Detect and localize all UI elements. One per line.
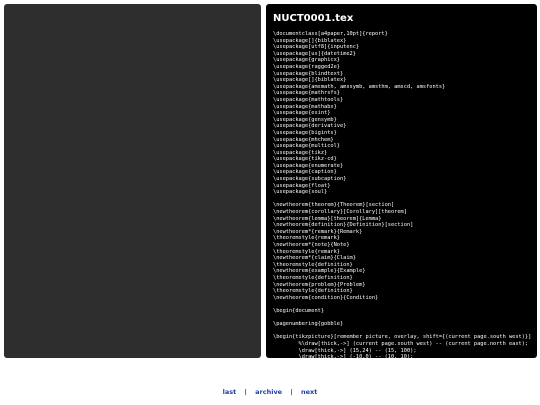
code-line: \begin{document} — [273, 307, 325, 314]
nav-separator: | — [290, 388, 293, 396]
code-line: \usepackage{subcaption} — [273, 176, 347, 183]
code-line: \usepackage{amsmath, amssymb, amsthm, am… — [273, 83, 446, 90]
code-line: \newtheorem{example}{Example} — [273, 268, 366, 275]
code-line: \theoremstyle{definition} — [273, 274, 353, 281]
preview-panel — [4, 4, 261, 358]
code-line: \usepackage{ragged2e} — [273, 63, 340, 70]
next-link[interactable]: next — [301, 388, 317, 396]
code-line: \theoremstyle{definition} — [273, 261, 353, 268]
code-line: \theoremstyle{remark} — [273, 235, 340, 242]
archive-link[interactable]: archive — [255, 388, 282, 396]
last-link[interactable]: last — [223, 388, 237, 396]
code-line: \newtheorem{definition}{Definition}[sect… — [273, 222, 414, 229]
page: NUCT0001.tex \documentclass[a4paper,10pt… — [0, 0, 540, 405]
code-line: \usepackage{tikz} — [273, 149, 328, 156]
code-line: \usepackage[utf8]{inputenc} — [273, 44, 360, 51]
code-line: \usepackage{float} — [273, 182, 331, 189]
code-line: \newtheorem*{remark}{Remark} — [273, 228, 363, 235]
code-line: \usepackage{gensymb} — [273, 116, 337, 123]
code-line: \usepackage{mathtools} — [273, 96, 344, 103]
code-line: \usepackage{bigints} — [273, 129, 337, 136]
code-line: \theoremstyle{remark} — [273, 248, 340, 255]
code-line: \usepackage[us]{datetime2} — [273, 50, 356, 57]
code-line: \theoremstyle{definition} — [273, 288, 353, 295]
code-line: \documentclass[a4paper,10pt]{report} — [273, 31, 388, 37]
code-line: %\draw[thick,->] (current page.south wes… — [273, 340, 529, 347]
code-line: \usepackage[]{biblatex} — [273, 77, 347, 84]
page-navigation: last | archive | next — [0, 388, 540, 397]
code-line: \usepackage{soul} — [273, 189, 328, 196]
code-line: \begin{tikzpicture}[remember picture, ov… — [273, 334, 532, 341]
code-line: \newtheorem{theorem}{Theorem}[section] — [273, 202, 395, 209]
code-line: \newtheorem{problem}{Problem} — [273, 281, 366, 288]
code-line: \newtheorem{corollary}[Corollary][theore… — [273, 209, 407, 216]
code-line: \usepackage{caption} — [273, 169, 337, 176]
code-line: \usepackage{multicol} — [273, 143, 340, 150]
code-line: \usepackage[]{biblatex} — [273, 37, 347, 44]
code-line: \newtheorem{lemma}[theorem]{Lemma} — [273, 215, 382, 222]
code-line: \usepackage{blindtext} — [273, 70, 344, 77]
code-line: \usepackage{esint} — [273, 110, 331, 117]
source-code: \documentclass[a4paper,10pt]{report} \use… — [273, 31, 531, 358]
code-line: \usepackage{mathrsfs} — [273, 90, 340, 97]
nav-separator: | — [244, 388, 247, 396]
code-line: \usepackage{derivative} — [273, 123, 347, 130]
code-line: \draw[thick,->] (-10,0) -- (10, 10); — [273, 354, 414, 358]
code-line: \newtheorem*{claim}{Claim} — [273, 255, 356, 262]
code-line: \draw[thick,->] (15,24) -- (15, 100); — [273, 347, 417, 354]
source-panel: NUCT0001.tex \documentclass[a4paper,10pt… — [266, 4, 537, 358]
code-line: \usepackage{mathabx} — [273, 103, 337, 110]
code-line: \usepackage{graphicx} — [273, 57, 340, 64]
code-line: \pagenumbering{gobble} — [273, 321, 344, 328]
code-line: \usepackage{mhchem} — [273, 136, 334, 143]
code-line: \newtheorem*{note}{Note} — [273, 242, 350, 248]
code-line: \usepackage{tikz-cd} — [273, 156, 337, 163]
file-title: NUCT0001.tex — [273, 13, 354, 24]
code-line: \newtheorem{condition}{Condition} — [273, 294, 379, 301]
code-line: \usepackage{enumerate} — [273, 162, 344, 169]
